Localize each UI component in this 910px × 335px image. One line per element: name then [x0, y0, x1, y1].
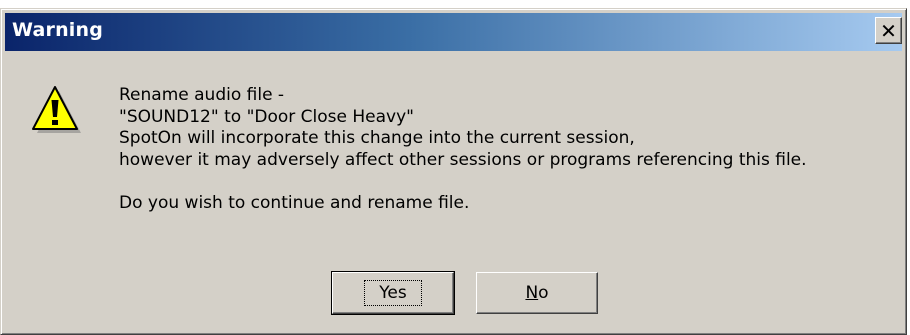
warning-icon [32, 86, 81, 133]
message-text: Rename audio file - "SOUND12" to "Door C… [119, 85, 807, 214]
confirmation-question: Do you wish to continue and rename file. [119, 192, 470, 213]
yes-button[interactable]: Yes [331, 271, 455, 315]
message-line: Rename audio file - [119, 85, 285, 105]
message-spacer [119, 171, 807, 193]
yes-button-label: Yes [379, 283, 407, 303]
message-line: however it may adversely affect other se… [119, 149, 807, 170]
title-bar[interactable]: Warning ✕ [5, 13, 902, 51]
no-button-label: No [525, 283, 549, 303]
message-line: SpotOn will incorporate this change into… [119, 128, 635, 148]
close-icon: ✕ [880, 18, 897, 43]
warning-dialog: Warning ✕ Rename audio file - "SOUND12" … [0, 8, 907, 335]
message-line: "SOUND12" to "Door Close Heavy" [119, 106, 414, 127]
close-button[interactable]: ✕ [875, 17, 902, 44]
no-button[interactable]: No [476, 272, 598, 314]
dialog-title: Warning [12, 19, 104, 41]
focus-indicator: Yes [364, 280, 422, 306]
